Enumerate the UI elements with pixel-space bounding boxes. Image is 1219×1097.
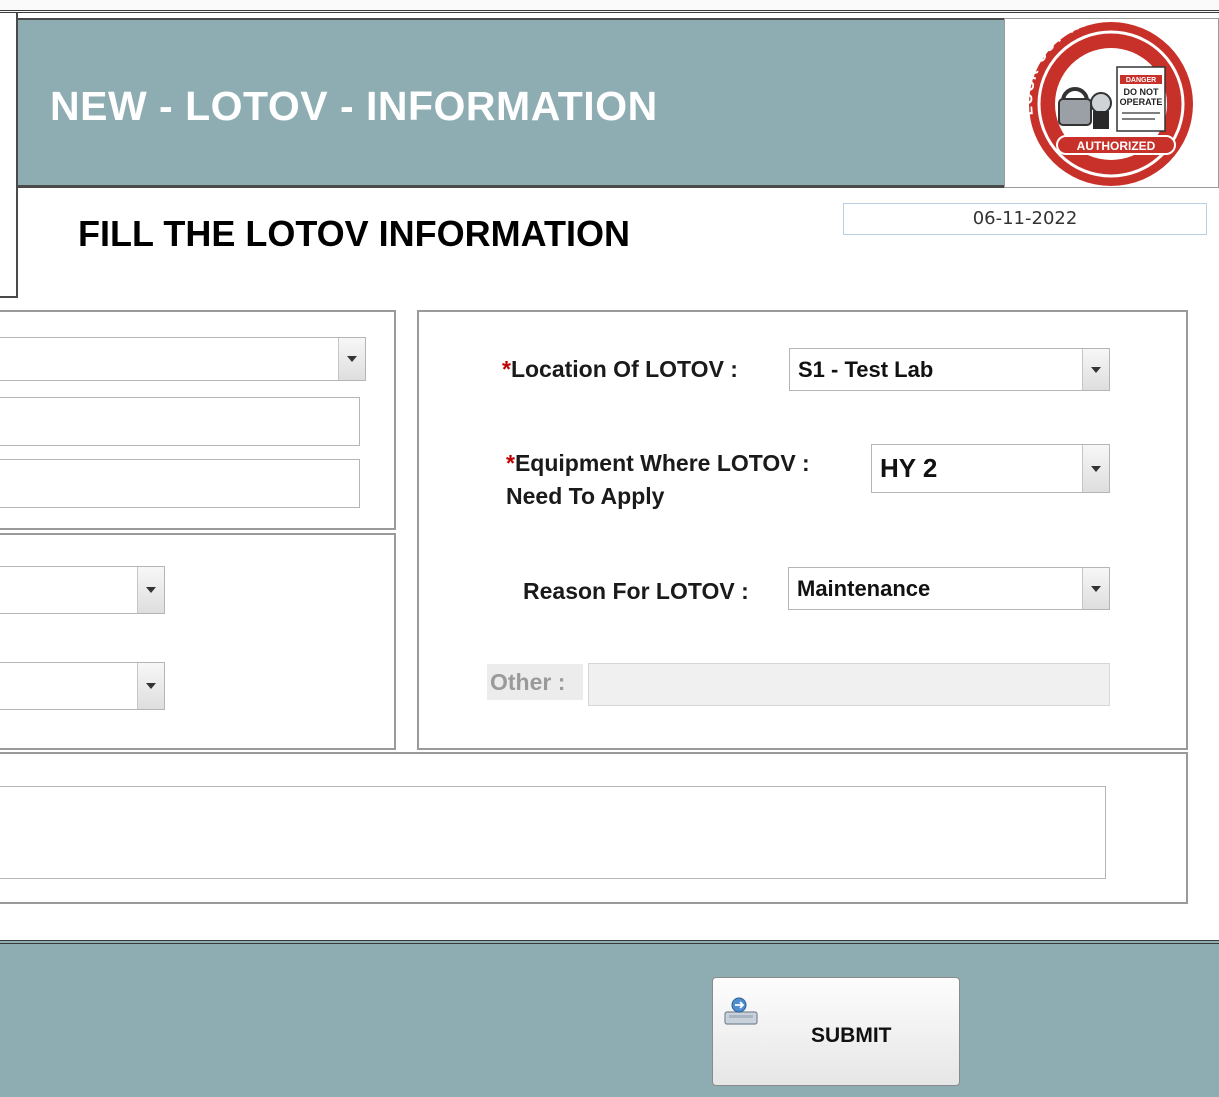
chevron-down-icon[interactable]	[338, 338, 365, 380]
location-select[interactable]: S1 - Test Lab	[789, 348, 1110, 391]
svg-text:OPERATE: OPERATE	[1120, 97, 1163, 107]
lockout-tagout-seal-icon: LOCK-OUT TAGOUT DANGER DO NOT OPERATE AU…	[1019, 8, 1193, 186]
reason-label: Reason For LOTOV :	[523, 578, 749, 604]
left-combo-3[interactable]	[0, 662, 165, 710]
submit-label: SUBMIT	[811, 1024, 892, 1047]
chevron-down-icon[interactable]	[1082, 445, 1109, 492]
submit-button[interactable]: SUBMIT	[712, 977, 960, 1086]
chevron-down-icon[interactable]	[1082, 568, 1109, 609]
equipment-label: *Equipment Where LOTOV :	[506, 450, 810, 476]
save-tray-icon	[724, 997, 758, 1025]
svg-text:DANGER: DANGER	[1126, 77, 1156, 84]
left-text-field-2[interactable]	[0, 459, 360, 508]
svg-text:AUTHORIZED: AUTHORIZED	[1077, 139, 1156, 153]
reason-select[interactable]: Maintenance	[788, 567, 1110, 610]
date-field[interactable]: 06-11-2022	[843, 203, 1207, 235]
equipment-label-line2: Need To Apply	[506, 483, 665, 509]
chevron-down-icon[interactable]	[137, 663, 164, 709]
required-mark: *	[502, 356, 511, 382]
left-combo-1[interactable]	[0, 337, 366, 381]
chevron-down-icon[interactable]	[1082, 349, 1109, 390]
left-side-panel	[0, 13, 18, 298]
other-input[interactable]	[588, 663, 1110, 706]
left-text-field-1[interactable]	[0, 397, 360, 446]
location-label: *Location Of LOTOV :	[502, 356, 738, 382]
lockout-tagout-logo: LOCK-OUT TAGOUT DANGER DO NOT OPERATE AU…	[1004, 8, 1219, 188]
svg-text:DO NOT: DO NOT	[1124, 87, 1160, 97]
page-title: NEW - LOTOV - INFORMATION	[50, 83, 658, 129]
top-strip	[0, 0, 1219, 13]
left-combo-2[interactable]	[0, 566, 165, 614]
form-subtitle: FILL THE LOTOV INFORMATION	[78, 213, 630, 254]
equipment-select[interactable]: HY 2	[871, 444, 1110, 493]
footer-band	[0, 940, 1219, 1097]
other-label: Other :	[487, 664, 583, 700]
chevron-down-icon[interactable]	[137, 567, 164, 613]
remarks-textarea[interactable]	[0, 786, 1106, 879]
required-mark: *	[506, 450, 515, 476]
